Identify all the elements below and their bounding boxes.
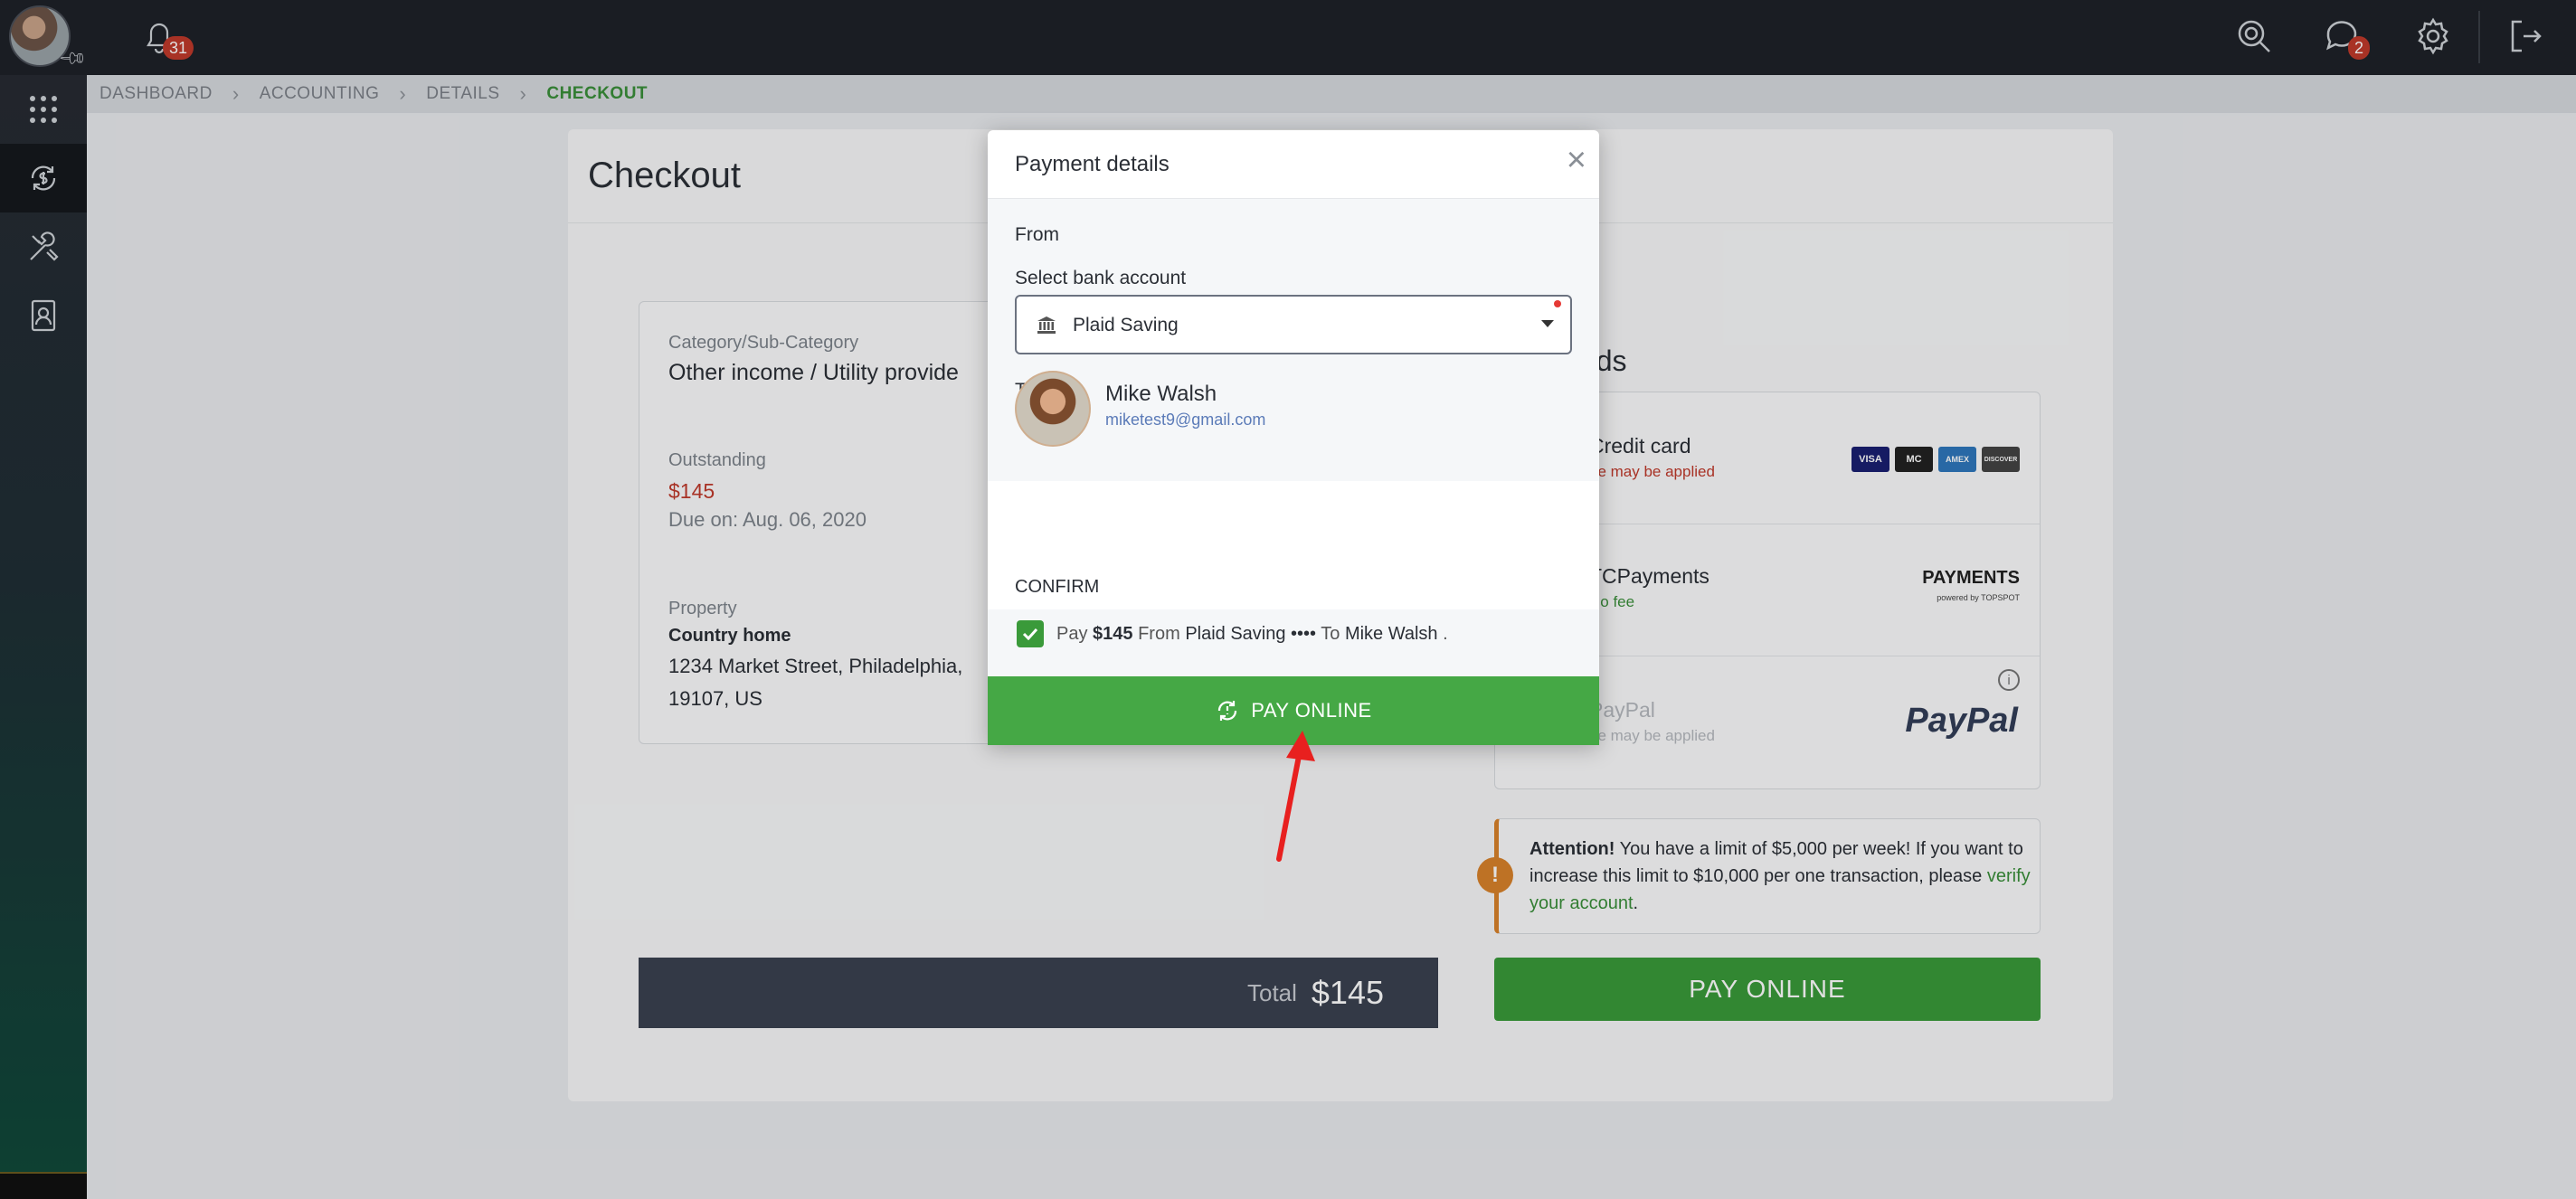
recipient-email: miketest9@gmail.com	[1105, 411, 1266, 429]
confirm-text: Pay $145 From Plaid Saving •••• To Mike …	[1056, 624, 1448, 645]
confirm-end: .	[1437, 624, 1448, 644]
recipient-name: Mike Walsh	[1105, 382, 1217, 406]
confirm-amount: $145	[1093, 624, 1133, 644]
confirm-from: From	[1132, 624, 1186, 644]
bank-icon	[1037, 316, 1056, 334]
confirm-pre: Pay	[1056, 624, 1094, 644]
required-indicator	[1554, 300, 1561, 307]
select-bank-label: Select bank account	[1015, 268, 1187, 288]
close-icon[interactable]: ×	[1567, 143, 1586, 177]
confirm-account: Plaid Saving ••••	[1185, 624, 1317, 644]
chevron-down-icon	[1541, 320, 1554, 327]
modal-pay-online-label: PAY ONLINE	[1251, 699, 1372, 722]
payment-details-modal: Payment details × From Select bank accou…	[988, 130, 1599, 745]
payment-icon	[1218, 701, 1237, 721]
recipient-avatar	[1015, 371, 1091, 447]
bank-account-value: Plaid Saving	[1073, 315, 1179, 335]
annotation-arrow-icon	[1276, 731, 1315, 862]
modal-header: Payment details ×	[988, 130, 1599, 199]
confirm-checkbox[interactable]	[1017, 620, 1044, 647]
confirm-to: To	[1316, 624, 1345, 644]
check-icon	[1022, 628, 1038, 640]
confirm-label: CONFIRM	[1015, 577, 1100, 597]
modal-title: Payment details	[1015, 151, 1170, 176]
from-label: From	[1015, 224, 1059, 245]
bank-account-select[interactable]: Plaid Saving	[1015, 295, 1572, 354]
confirm-recipient: Mike Walsh	[1344, 624, 1438, 644]
